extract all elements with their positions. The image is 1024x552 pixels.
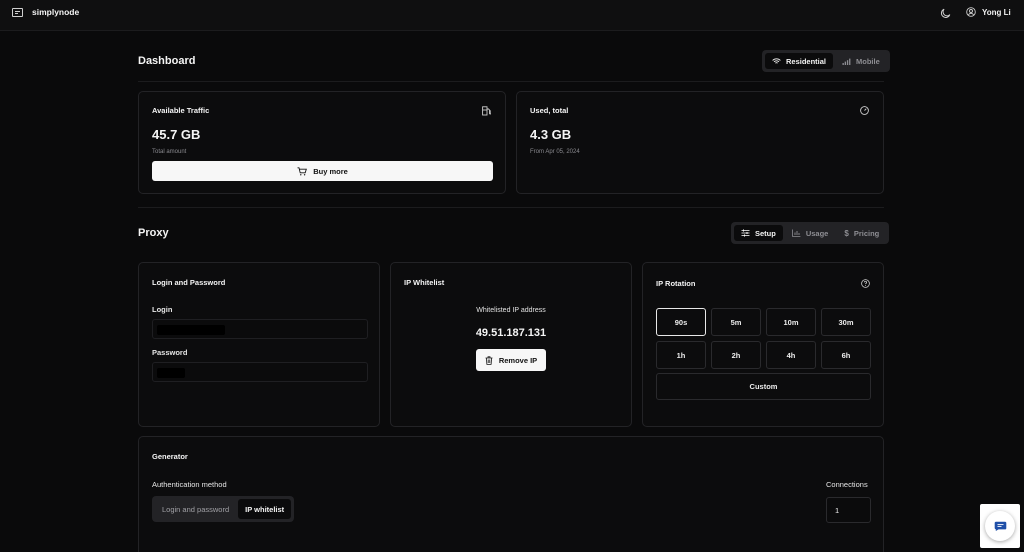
auth-method-toggle: Login and password IP whitelist	[152, 496, 295, 522]
dashboard-title: Dashboard	[138, 55, 196, 67]
rotation-90s[interactable]: 90s	[656, 308, 706, 336]
credentials-title: Login and Password	[152, 278, 226, 287]
available-traffic-card: Available Traffic 45.7 GB Total amount B…	[138, 91, 506, 194]
available-traffic-caption: Total amount	[152, 149, 187, 155]
rotation-2h[interactable]: 2h	[711, 341, 761, 369]
whitelisted-ip-value: 49.51.187.131	[475, 327, 547, 339]
rotation-1h[interactable]: 1h	[656, 341, 706, 369]
brand-name: simplynode	[32, 7, 80, 17]
chat-widget[interactable]	[980, 504, 1020, 548]
rotation-10m[interactable]: 10m	[766, 308, 816, 336]
ip-rotation-title: IP Rotation	[656, 279, 696, 288]
tab-usage[interactable]: Usage	[785, 225, 836, 241]
rotation-6h[interactable]: 6h	[821, 341, 871, 369]
credentials-card: Login and Password Login Password	[138, 262, 380, 427]
tab-pricing[interactable]: $ Pricing	[837, 225, 886, 241]
rotation-5m[interactable]: 5m	[711, 308, 761, 336]
chart-icon	[792, 229, 801, 237]
help-icon[interactable]	[861, 279, 870, 288]
connections-label: Connections	[826, 480, 868, 489]
connections-input[interactable]: 1	[826, 497, 871, 523]
top-bar: simplynode Yong Li	[0, 0, 1024, 31]
password-field[interactable]	[152, 362, 368, 382]
moon-icon[interactable]	[940, 7, 952, 19]
ip-rotation-card: IP Rotation 90s 5m 10m 30m 1h 2h 4h 6h C…	[642, 262, 884, 427]
divider	[138, 207, 884, 208]
redacted-value	[157, 325, 225, 335]
logo-icon	[12, 7, 23, 17]
login-label: Login	[152, 305, 173, 314]
auth-ip-whitelist[interactable]: IP whitelist	[238, 499, 292, 519]
fuel-icon	[482, 106, 491, 116]
whitelisted-ip-caption: Whitelisted IP address	[476, 307, 546, 314]
tab-mobile[interactable]: Mobile	[835, 53, 887, 69]
available-traffic-value: 45.7 GB	[152, 127, 201, 142]
buy-more-button[interactable]: Buy more	[152, 161, 493, 181]
redacted-value	[157, 368, 185, 378]
divider	[138, 81, 884, 82]
trash-icon	[485, 355, 493, 365]
generator-card: Generator Authentication method Login an…	[138, 436, 884, 552]
chat-launcher[interactable]	[985, 511, 1015, 541]
rotation-4h[interactable]: 4h	[766, 341, 816, 369]
network-type-toggle: Residential Mobile	[762, 50, 890, 72]
tab-residential[interactable]: Residential	[765, 53, 834, 69]
brand[interactable]: simplynode	[12, 7, 79, 17]
ip-whitelist-card: IP Whitelist Whitelisted IP address 49.5…	[390, 262, 632, 427]
remove-ip-label: Remove IP	[498, 355, 538, 365]
wifi-icon	[772, 57, 781, 64]
user-menu[interactable]: Yong Li	[966, 7, 1011, 17]
login-field[interactable]	[152, 319, 368, 339]
tab-setup[interactable]: Setup	[734, 225, 783, 241]
user-name: Yong Li	[982, 7, 1011, 17]
auth-login-password[interactable]: Login and password	[155, 499, 236, 519]
used-total-title: Used, total	[530, 106, 569, 115]
gauge-icon	[860, 106, 869, 115]
used-total-value: 4.3 GB	[530, 127, 572, 142]
available-traffic-title: Available Traffic	[152, 106, 210, 115]
sliders-icon	[741, 229, 750, 237]
dollar-icon: $	[844, 228, 849, 238]
proxy-tabs: Setup Usage $ Pricing	[731, 222, 890, 244]
ip-whitelist-title: IP Whitelist	[404, 278, 445, 287]
user-icon	[966, 7, 976, 17]
generator-title: Generator	[152, 452, 188, 461]
proxy-title: Proxy	[138, 227, 169, 239]
auth-method-label: Authentication method	[152, 480, 227, 489]
cart-icon	[297, 166, 308, 175]
remove-ip-button[interactable]: Remove IP	[476, 349, 546, 371]
rotation-30m[interactable]: 30m	[821, 308, 871, 336]
buy-more-label: Buy more	[313, 166, 348, 176]
password-label: Password	[152, 348, 188, 357]
rotation-custom-button[interactable]: Custom	[656, 373, 871, 400]
used-total-caption: From Apr 05, 2024	[530, 149, 580, 155]
chat-icon	[994, 521, 1006, 531]
signal-icon	[842, 58, 851, 65]
used-total-card: Used, total 4.3 GB From Apr 05, 2024	[516, 91, 884, 194]
